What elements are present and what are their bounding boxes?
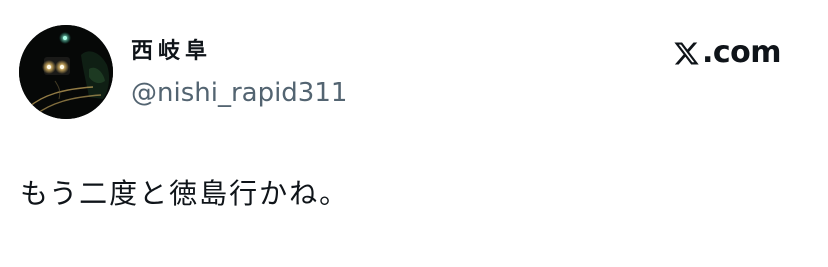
post-card: 西岐阜 @nishi_rapid311 .com もう二度と徳島行かね。 [0, 0, 828, 267]
author-avatar[interactable] [19, 25, 113, 119]
author-handle[interactable]: @nishi_rapid311 [131, 77, 347, 109]
brand-domain: .com [701, 35, 782, 70]
brand-logo[interactable]: .com [673, 31, 782, 75]
x-logo-icon [674, 42, 699, 64]
night-train-avatar-icon [19, 25, 113, 119]
author-display-name[interactable]: 西岐阜 [131, 38, 212, 66]
post-text: もう二度と徳島行かね。 [20, 177, 350, 210]
